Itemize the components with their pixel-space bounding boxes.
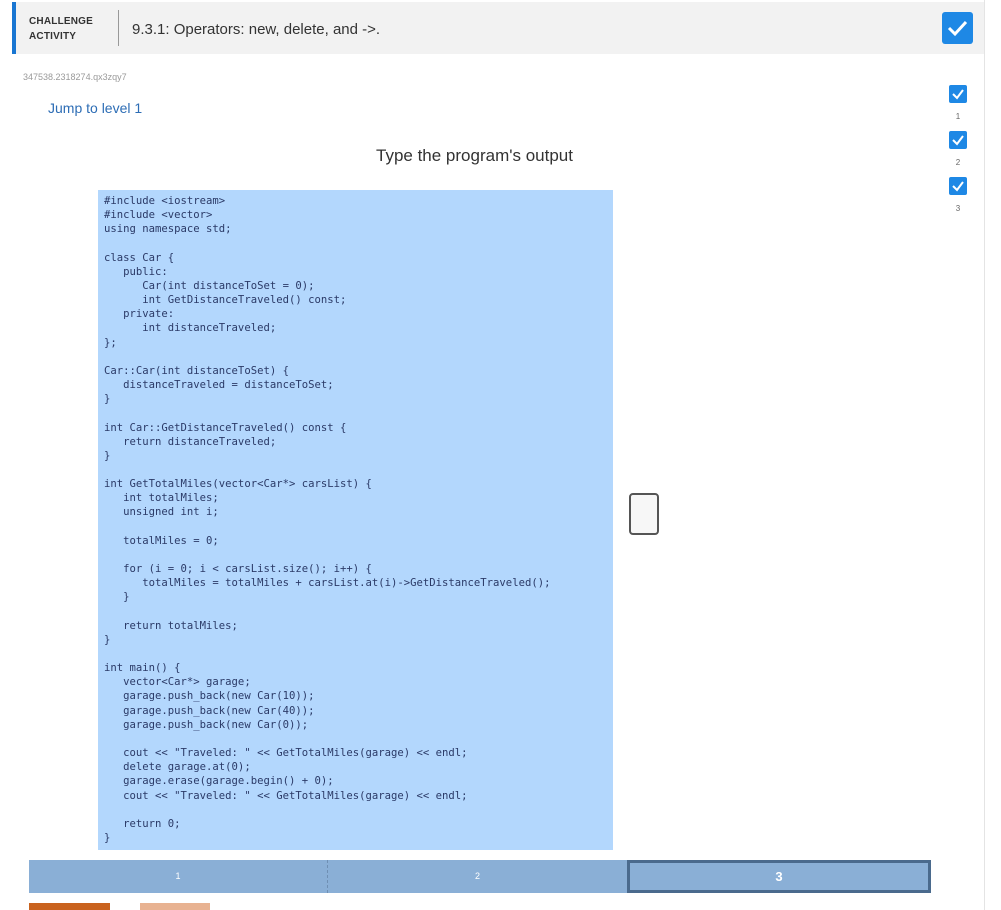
activity-title: 9.3.1: Operators: new, delete, and ->. <box>132 21 381 38</box>
check-icon <box>949 131 967 149</box>
header-divider <box>118 10 119 46</box>
progress-segment-1[interactable]: 1 <box>29 860 328 893</box>
badge-line-1: CHALLENGE <box>29 16 94 27</box>
level-number: 2 <box>955 158 961 167</box>
jump-to-level-link[interactable]: Jump to level 1 <box>48 100 142 116</box>
check-icon <box>949 177 967 195</box>
progress-segment-3[interactable]: 3 <box>627 860 931 893</box>
check-icon <box>949 85 967 103</box>
next-button[interactable] <box>140 903 210 910</box>
level-progress-bar: 1 2 3 <box>29 860 931 893</box>
challenge-activity-badge: CHALLENGE ACTIVITY <box>29 14 109 44</box>
badge-line-2: ACTIVITY <box>29 31 77 42</box>
check-button[interactable] <box>29 903 110 910</box>
code-block: #include <iostream> #include <vector> us… <box>98 190 613 850</box>
activity-id: 347538.2318274.qx3zqy7 <box>23 72 127 82</box>
progress-segment-2[interactable]: 2 <box>328 860 627 893</box>
level-number: 3 <box>955 204 961 213</box>
level-number: 1 <box>955 112 961 121</box>
program-code: #include <iostream> #include <vector> us… <box>104 195 551 845</box>
activity-header: CHALLENGE ACTIVITY 9.3.1: Operators: new… <box>12 2 984 54</box>
activity-complete-check-icon <box>942 12 973 44</box>
prompt-text: Type the program's output <box>376 146 573 165</box>
answer-input[interactable] <box>629 493 659 535</box>
